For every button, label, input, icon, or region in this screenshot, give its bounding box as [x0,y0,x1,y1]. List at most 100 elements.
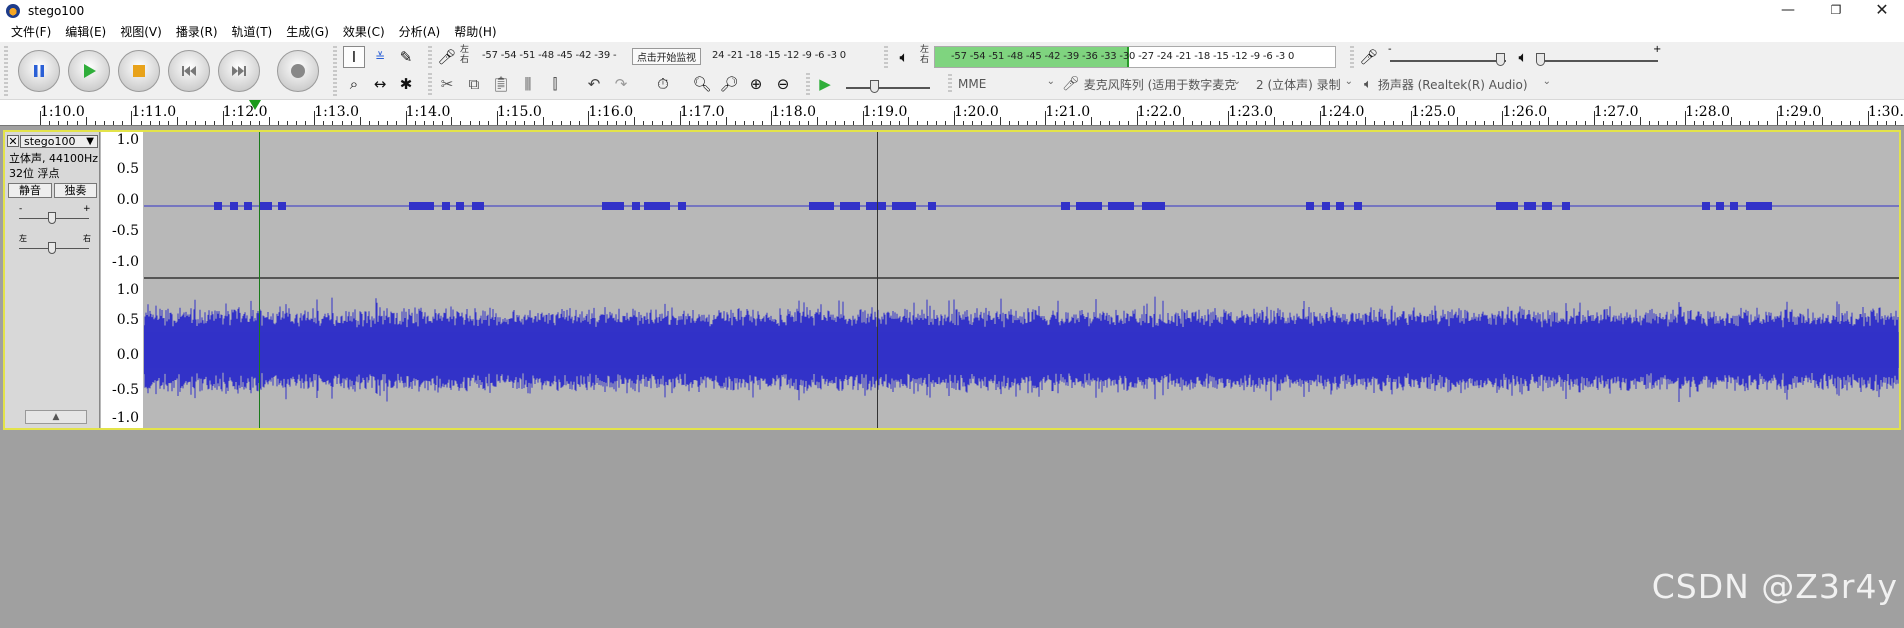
toolbar-grip[interactable] [4,46,8,96]
skip-to-end-button[interactable] [218,50,260,92]
redo-button[interactable]: ↷ [610,73,632,95]
ruler-minor-tick [853,121,855,125]
waveform-area[interactable] [144,132,1899,428]
ruler-minor-tick [1813,121,1815,125]
playback-volume-slider-track[interactable] [1540,60,1658,62]
stop-button[interactable] [118,50,160,92]
ruler-minor-tick [780,121,782,125]
menu-edit[interactable]: 编辑(E) [58,22,113,42]
zoom-tool-button[interactable]: ⌕ [343,73,365,95]
menu-file[interactable]: 文件(F) [4,22,58,42]
play-speed-slider-track[interactable] [846,87,930,89]
play-meter-right-label: 右 [920,55,930,65]
toolbar-grip[interactable] [333,46,337,96]
recording-volume-icon-button: 🎤︎ [1358,46,1380,68]
ruler-minor-tick [835,121,837,125]
ruler-minor-tick [944,121,946,125]
playback-volume-slider[interactable] [1536,53,1545,66]
paste-icon: 📋︎ [491,75,511,93]
menu-analyze[interactable]: 分析(A) [392,22,448,42]
recording-volume-slider[interactable] [1496,53,1505,66]
ruler-minor-tick [707,121,709,125]
ruler-minor-tick [1456,117,1458,125]
draw-tool-button[interactable]: ✎ [395,46,417,68]
vruler-bottom-3: 0.0 [116,347,139,363]
pan-slider[interactable] [48,242,56,254]
copy-button[interactable]: ⧉ [463,73,485,95]
track-name-label: stego100 [24,135,76,148]
start-monitoring-prompt[interactable]: 点击开始监视 [632,48,701,65]
fit-project-button[interactable]: ⊖ [772,73,794,95]
silence-button[interactable]: ⫿ [544,73,566,95]
timeshift-tool-button[interactable]: ↔ [369,73,391,95]
zoom-out-button[interactable]: 🔎︎ [718,73,740,95]
trim-button[interactable]: ⫼ [517,73,539,95]
track-name-menu[interactable]: stego100 ▼ [20,135,98,148]
toolbar-grip[interactable] [428,46,432,68]
playback-device-select[interactable]: 🔈︎ 扬声器 (Realtek(R) Audio) ⌄ [1364,74,1554,94]
selection-tool-button[interactable]: I [343,46,365,68]
close-button[interactable]: ✕ [1862,0,1902,22]
playback-volume-icon-button: 🔈︎ [1512,46,1534,68]
play-speed-slider[interactable] [870,80,879,93]
ruler-time-label: 1:17.0 [679,104,725,120]
ruler-minor-tick [1831,121,1833,125]
play-button[interactable] [68,50,110,92]
audio-track[interactable]: ✕ stego100 ▼ 立体声, 44100Hz 32位 浮点 静音 独奏 -… [3,130,1901,430]
recording-volume-slider-track[interactable] [1390,60,1506,62]
ruler-minor-tick [1091,117,1093,125]
restore-button[interactable]: ❐ [1816,0,1856,22]
chevron-down-icon: ▼ [86,136,94,147]
channel-1-burst [1562,202,1570,210]
ruler-minor-tick [67,121,69,125]
paste-button[interactable]: 📋︎ [490,73,512,95]
collapse-track-button[interactable]: ▲ [25,410,87,424]
menu-transport[interactable]: 播录(R) [169,22,225,42]
cut-button[interactable]: ✂ [436,73,458,95]
menu-tracks[interactable]: 轨道(T) [225,22,280,42]
toolbar-grip[interactable] [948,74,952,94]
zoom-in-button[interactable]: 🔍︎ [691,73,713,95]
ruler-minor-tick [1118,121,1120,125]
solo-button[interactable]: 独奏 [54,183,97,198]
skip-to-start-button[interactable] [168,50,210,92]
ruler-minor-tick [1849,121,1851,125]
microphone-icon: 🎤︎ [1062,76,1080,92]
menu-help[interactable]: 帮助(H) [447,22,503,42]
timeline-ruler[interactable]: 1:10.0 1:11.0 1:12.0 1:13.0 1:14.0 1:15.0 1:16… [0,100,1904,126]
sync-lock-button[interactable]: ⏱ [652,73,674,95]
record-button[interactable] [277,50,319,92]
menu-effect[interactable]: 效果(C) [336,22,392,42]
ruler-minor-tick [396,121,398,125]
channel-1-burst [1354,202,1362,210]
toolbar-grip[interactable] [428,73,432,95]
gain-slider[interactable] [48,212,56,224]
track-close-button[interactable]: ✕ [7,135,19,147]
recording-channels-select[interactable]: 2 (立体声) 录制 ⌄ [1252,74,1356,94]
mute-button[interactable]: 静音 [8,183,52,198]
toolbar-grip[interactable] [806,73,810,95]
ruler-minor-tick [1191,121,1193,125]
ruler-minor-tick [1310,121,1312,125]
audio-host-select[interactable]: MME ⌄ [954,74,1058,94]
ruler-minor-tick [1648,121,1650,125]
record-meter-button[interactable]: 🎤︎ [436,46,458,68]
multi-tool-button[interactable]: ✱ [395,73,417,95]
pause-button[interactable] [18,50,60,92]
menu-generate[interactable]: 生成(G) [279,22,336,42]
ruler-minor-tick [1255,121,1257,125]
play-meter-button[interactable]: 🔈︎ [893,46,915,68]
amplitude-ruler[interactable]: 1.0 0.5 0.0 -0.5 -1.0 1.0 0.5 0.0 -0.5 -… [101,132,143,428]
menu-view[interactable]: 视图(V) [113,22,169,42]
play-at-speed-button[interactable]: ▶ [814,73,836,95]
toolbar-grip[interactable] [1350,46,1354,68]
recording-device-select[interactable]: 🎤︎ 麦克风阵列 (适用于数字麦克 ⌄ [1062,74,1244,94]
play-meter-bar[interactable]: -57 -54 -51 -48 -45 -42 -39 -36 -33 -30 … [934,46,1336,68]
ruler-minor-tick [1694,121,1696,125]
channel-1-burst [1322,202,1330,210]
fit-selection-button[interactable]: ⊕ [745,73,767,95]
toolbar-grip[interactable] [884,46,888,68]
minimize-button[interactable]: — [1768,0,1808,22]
undo-button[interactable]: ↶ [583,73,605,95]
envelope-tool-button[interactable]: ≚ [369,46,391,68]
